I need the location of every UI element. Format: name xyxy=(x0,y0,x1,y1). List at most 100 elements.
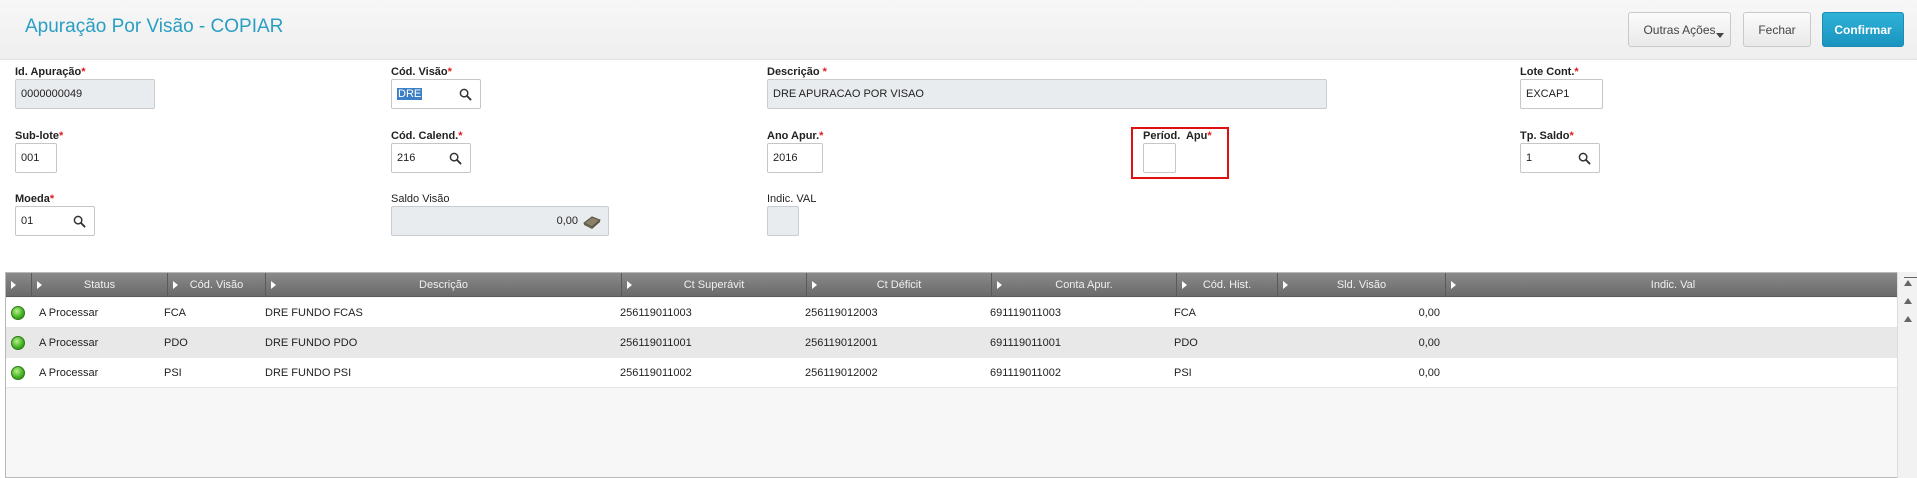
search-icon[interactable] xyxy=(449,152,462,165)
indic-val-field[interactable] xyxy=(767,206,799,236)
saldo-visao-field[interactable]: 0,00 xyxy=(391,206,609,236)
sub-lote-value: 001 xyxy=(21,152,40,164)
lote-cont-value: EXCAP1 xyxy=(1526,88,1570,100)
ano-apur-value: 2016 xyxy=(773,152,798,164)
cell-status: A Processar xyxy=(39,307,99,319)
indic-val-label: Indic. VAL xyxy=(767,193,817,205)
id-apuracao-label: Id. Apuração* xyxy=(15,66,86,78)
lote-cont-label: Lote Cont.* xyxy=(1520,66,1579,78)
triangle-right-icon xyxy=(1451,281,1456,289)
table-row[interactable]: A Processar FCA DRE FUNDO FCAS 256119011… xyxy=(6,298,1900,328)
sub-lote-field[interactable]: 001 xyxy=(15,143,57,173)
search-icon[interactable] xyxy=(1578,152,1591,165)
cell-status: A Processar xyxy=(39,337,99,349)
cell-ct-superavit: 256119011002 xyxy=(620,367,692,379)
arrow-up-icon xyxy=(1903,315,1912,322)
column-header-label: Cód. Visão xyxy=(189,279,244,291)
ano-apur-field[interactable]: 2016 xyxy=(767,143,823,173)
cell-status: A Processar xyxy=(39,367,99,379)
tp-saldo-field[interactable]: 1 xyxy=(1520,143,1600,173)
id-apuracao-value: 0000000049 xyxy=(21,88,83,100)
cell-sld-visao: 0,00 xyxy=(1418,307,1440,319)
column-header-label: Sld. Visão xyxy=(1336,279,1387,291)
search-icon[interactable] xyxy=(459,88,472,101)
column-header-status[interactable]: Status xyxy=(32,273,168,297)
cell-descricao: DRE FUNDO PSI xyxy=(265,367,352,379)
triangle-right-icon xyxy=(173,281,178,289)
fechar-button[interactable]: Fechar xyxy=(1743,12,1811,47)
column-header-sld-visao[interactable]: Sld. Visão xyxy=(1278,273,1446,297)
data-grid: Status Cód. Visão Descrição Ct Superávit… xyxy=(5,272,1900,478)
scroll-top-button[interactable] xyxy=(1901,276,1917,289)
grid-scrollbar[interactable] xyxy=(1897,272,1917,478)
cell-cod-visao: FCA xyxy=(164,307,186,319)
cod-calend-field[interactable]: 216 xyxy=(391,143,471,173)
triangle-right-icon xyxy=(1283,281,1288,289)
triangle-right-icon xyxy=(1182,281,1187,289)
outras-acoes-button[interactable]: Outras Ações xyxy=(1628,12,1731,47)
cell-descricao: DRE FUNDO FCAS xyxy=(265,307,363,319)
column-header-label: Descrição xyxy=(419,279,468,291)
arrow-up-icon xyxy=(1903,297,1912,304)
select-column-header[interactable] xyxy=(6,273,32,297)
column-header-cod-visao[interactable]: Cód. Visão xyxy=(168,273,266,297)
saldo-visao-value: 0,00 xyxy=(556,215,578,227)
table-row[interactable]: A Processar PDO DRE FUNDO PDO 2561190110… xyxy=(6,328,1900,358)
ano-apur-label: Ano Apur.* xyxy=(767,130,824,142)
search-icon[interactable] xyxy=(73,215,86,228)
period-apu-label: Períod. Apu* xyxy=(1143,130,1212,142)
triangle-right-icon xyxy=(997,281,1002,289)
cell-ct-deficit: 256119012002 xyxy=(805,367,878,379)
cell-ct-deficit: 256119012003 xyxy=(805,307,878,319)
moeda-field[interactable]: 01 xyxy=(15,206,95,236)
scroll-up-button[interactable] xyxy=(1901,312,1914,325)
page-header: Apuração Por Visão - COPIAR Outras Ações… xyxy=(0,0,1917,60)
descricao-label: Descrição * xyxy=(767,66,827,78)
cell-cod-hist: FCA xyxy=(1174,307,1196,319)
saldo-visao-label: Saldo Visão xyxy=(391,193,450,205)
confirmar-button[interactable]: Confirmar xyxy=(1822,12,1904,47)
bar-line-icon xyxy=(1904,277,1917,278)
scroll-page-up-button[interactable] xyxy=(1901,294,1914,307)
column-header-label: Status xyxy=(83,279,116,291)
cell-cod-visao: PDO xyxy=(164,337,188,349)
cod-calend-value: 216 xyxy=(397,152,416,164)
moeda-label: Moeda* xyxy=(15,193,55,205)
sub-lote-label: Sub-lote* xyxy=(15,130,64,142)
calculator-icon[interactable] xyxy=(582,214,602,229)
triangle-right-icon xyxy=(812,281,817,289)
cell-sld-visao: 0,00 xyxy=(1418,367,1440,379)
cell-ct-superavit: 256119011001 xyxy=(620,337,692,349)
column-header-descricao[interactable]: Descrição xyxy=(266,273,622,297)
cell-descricao: DRE FUNDO PDO xyxy=(265,337,358,349)
period-apu-field[interactable] xyxy=(1143,143,1176,173)
table-row[interactable]: A Processar PSI DRE FUNDO PSI 2561190110… xyxy=(6,358,1900,388)
tp-saldo-value: 1 xyxy=(1526,152,1533,164)
caret-down-icon xyxy=(1716,33,1724,38)
grid-header: Status Cód. Visão Descrição Ct Superávit… xyxy=(6,273,1900,297)
cell-conta-apur: 691119011001 xyxy=(990,337,1061,349)
page-title: Apuração Por Visão - COPIAR xyxy=(25,16,284,37)
cell-conta-apur: 691119011002 xyxy=(990,367,1061,379)
column-header-label: Ct Déficit xyxy=(876,279,922,291)
cod-calend-label: Cód. Calend.* xyxy=(391,130,463,142)
lote-cont-field[interactable]: EXCAP1 xyxy=(1520,79,1603,109)
descricao-field[interactable]: DRE APURACAO POR VISAO xyxy=(767,79,1327,109)
cod-visao-field[interactable]: DRE xyxy=(391,79,481,109)
triangle-right-icon xyxy=(11,281,16,289)
column-header-indic-val[interactable]: Indic. Val xyxy=(1446,273,1900,297)
triangle-right-icon xyxy=(627,281,632,289)
cell-cod-hist: PSI xyxy=(1174,367,1192,379)
column-header-cod-hist[interactable]: Cód. Hist. xyxy=(1177,273,1278,297)
column-header-ct-deficit[interactable]: Ct Déficit xyxy=(807,273,992,297)
column-header-label: Cód. Hist. xyxy=(1202,279,1252,291)
cod-visao-value: DRE xyxy=(397,88,423,100)
column-header-conta-apur[interactable]: Conta Apur. xyxy=(992,273,1177,297)
descricao-value: DRE APURACAO POR VISAO xyxy=(773,88,924,100)
column-header-ct-superavit[interactable]: Ct Superávit xyxy=(622,273,807,297)
column-header-label: Ct Superávit xyxy=(683,279,745,291)
green-status-dot-icon xyxy=(11,336,25,350)
triangle-right-icon xyxy=(37,281,42,289)
id-apuracao-field[interactable]: 0000000049 xyxy=(15,79,155,109)
arrow-up-icon xyxy=(1903,279,1912,286)
